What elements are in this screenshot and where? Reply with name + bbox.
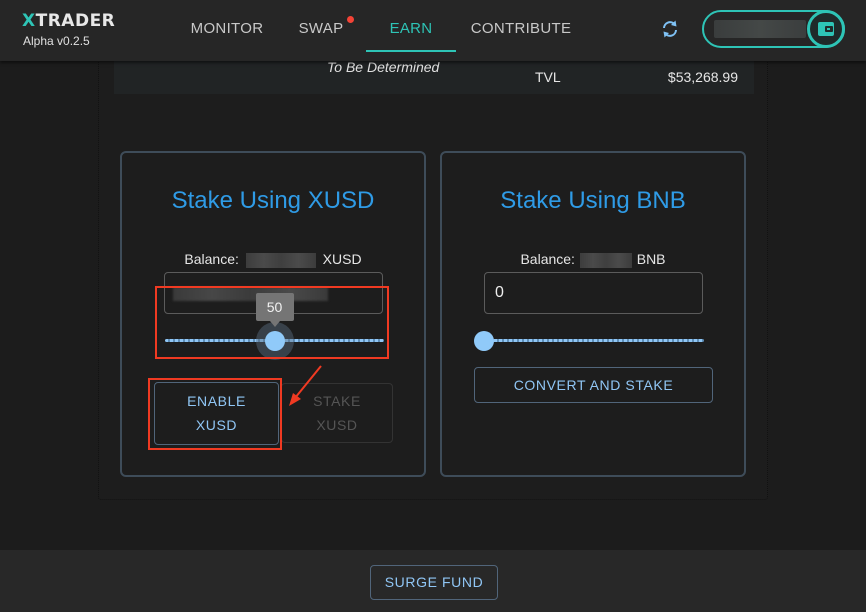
swap-notification-dot: [347, 16, 354, 23]
app-version: Alpha v0.2.5: [23, 34, 90, 48]
wallet-button[interactable]: [702, 10, 845, 48]
slider-thumb[interactable]: [264, 331, 285, 351]
slider-rail: [484, 339, 704, 342]
surge-fund-button[interactable]: SURGE FUND: [370, 565, 498, 600]
bnb-amount-slider[interactable]: [474, 331, 704, 351]
nav-earn[interactable]: EARN: [366, 0, 456, 54]
active-tab-indicator: [366, 50, 456, 52]
button-label-line2: XUSD: [195, 417, 238, 433]
stake-bnb-card: Stake Using BNB Balance: BNB: [440, 151, 746, 477]
tvl-value: $53,268.99: [667, 69, 738, 85]
xusd-amount-slider[interactable]: 50: [165, 293, 384, 360]
slider-thumb[interactable]: [474, 331, 494, 351]
convert-and-stake-button[interactable]: CONVERT AND STAKE: [474, 367, 713, 403]
balance-label: Balance:: [184, 251, 239, 267]
wallet-address-redacted: [714, 20, 806, 38]
logo-x: X: [22, 11, 36, 31]
logo-text: TRADER: [35, 11, 116, 31]
wallet-icon: [807, 10, 845, 48]
balance-unit: XUSD: [322, 251, 362, 267]
balance-row: Balance: BNB: [442, 251, 744, 268]
input-value-redacted: [173, 287, 328, 301]
button-label-line1: ENABLE: [187, 393, 246, 409]
refresh-icon[interactable]: [660, 19, 680, 39]
tvl-label: TVL: [535, 69, 561, 85]
balance-value-redacted: [245, 252, 316, 268]
slider-value-tooltip: 50: [255, 293, 294, 327]
enable-xusd-button[interactable]: ENABLE XUSD: [154, 382, 279, 445]
card-title: Stake Using XUSD: [171, 187, 375, 214]
button-label-line2: XUSD: [316, 417, 358, 433]
bnb-amount-field[interactable]: [485, 273, 702, 313]
nav-monitor[interactable]: MONITOR: [177, 0, 277, 54]
balance-value-redacted: [579, 252, 632, 268]
top-nav-bar: XTRADER Alpha v0.2.5 MONITOR SWAP EARN C…: [0, 0, 866, 61]
nav-swap[interactable]: SWAP: [290, 0, 352, 54]
balance-label: Balance:: [520, 251, 575, 267]
app-logo[interactable]: XTRADER: [22, 11, 115, 31]
bnb-amount-input[interactable]: [484, 272, 703, 314]
balance-unit: BNB: [636, 251, 666, 267]
card-title: Stake Using BNB: [500, 187, 686, 214]
balance-row: Balance: XUSD: [122, 251, 424, 268]
annotation-arrow-icon: [289, 365, 322, 406]
nav-contribute[interactable]: CONTRIBUTE: [466, 0, 576, 54]
pool-status: To Be Determined: [327, 59, 440, 75]
